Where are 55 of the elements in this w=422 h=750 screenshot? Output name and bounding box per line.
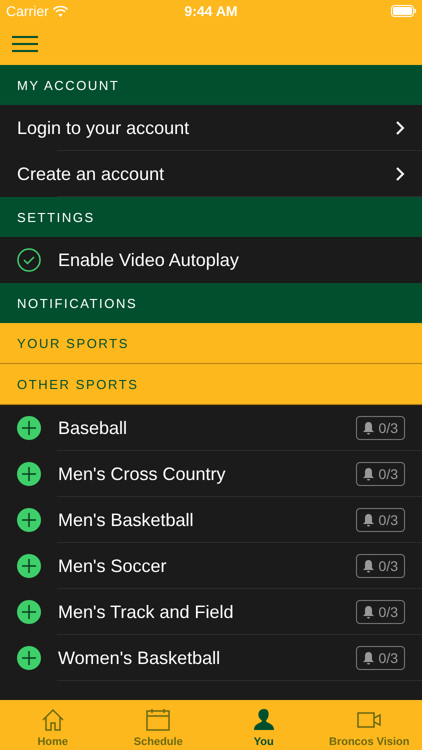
check-circle-icon[interactable] [17, 248, 41, 272]
sport-row[interactable]: Women's Basketball 0/3 [0, 635, 422, 681]
notification-count[interactable]: 0/3 [356, 416, 405, 440]
carrier-label: Carrier [6, 3, 49, 19]
notification-count[interactable]: 0/3 [356, 554, 405, 578]
tab[interactable]: Schedule [106, 700, 211, 750]
sport-name: Men's Basketball [58, 510, 195, 530]
chevron-right-icon [395, 166, 405, 182]
sport-row[interactable]: Men's Track and Field 0/3 [0, 589, 422, 635]
bell-icon [362, 560, 374, 572]
bell-icon [362, 514, 374, 526]
row-label: Create an account [17, 164, 166, 184]
bell-icon [362, 468, 374, 480]
sport-row[interactable]: Men's Cross Country 0/3 [0, 451, 422, 497]
tab[interactable]: You [211, 700, 316, 750]
sport-name: Baseball [58, 418, 128, 438]
status-time: 9:44 AM [184, 3, 238, 19]
plus-circle-icon[interactable] [17, 416, 41, 440]
sport-name: Women's Basketball [58, 648, 222, 668]
plus-circle-icon[interactable] [17, 646, 41, 670]
section-header: MY ACCOUNT [0, 65, 422, 105]
plus-circle-icon[interactable] [17, 554, 41, 578]
bell-icon [362, 652, 374, 664]
sport-name: Men's Soccer [58, 556, 168, 576]
sport-row[interactable]: Men's Soccer 0/3 [0, 543, 422, 589]
notification-count[interactable]: 0/3 [356, 600, 405, 624]
menu-icon[interactable] [12, 34, 38, 52]
notification-count[interactable]: 0/3 [356, 508, 405, 532]
tab[interactable]: Broncos Vision [316, 700, 422, 750]
row-label: Enable Video Autoplay [58, 250, 240, 270]
section-header: SETTINGS [0, 197, 422, 237]
menu-row[interactable]: Login to your account [0, 105, 422, 151]
notification-count[interactable]: 0/3 [356, 646, 405, 670]
sport-row[interactable]: Baseball 0/3 [0, 405, 422, 451]
wifi-icon [52, 6, 68, 16]
notification-count[interactable]: 0/3 [356, 462, 405, 486]
row-label: Login to your account [17, 118, 190, 138]
chevron-right-icon [395, 120, 405, 136]
sport-row[interactable]: Men's Basketball 0/3 [0, 497, 422, 543]
setting-row[interactable]: Enable Video Autoplay [0, 237, 422, 283]
bell-icon [362, 422, 374, 434]
sport-name: Men's Cross Country [58, 464, 226, 484]
tab[interactable]: Home [0, 700, 106, 750]
plus-circle-icon[interactable] [17, 508, 41, 532]
plus-circle-icon[interactable] [17, 462, 41, 486]
section-header: YOUR SPORTS [0, 323, 422, 364]
section-header: OTHER SPORTS [0, 364, 422, 405]
sport-name: Men's Track and Field [58, 602, 235, 622]
bell-icon [362, 606, 374, 618]
calendar-icon [145, 707, 172, 733]
menu-row[interactable]: Create an account [0, 151, 422, 197]
section-header: NOTIFICATIONS [0, 283, 422, 323]
battery-icon [391, 5, 416, 17]
home-icon [40, 707, 66, 733]
plus-circle-icon[interactable] [17, 600, 41, 624]
